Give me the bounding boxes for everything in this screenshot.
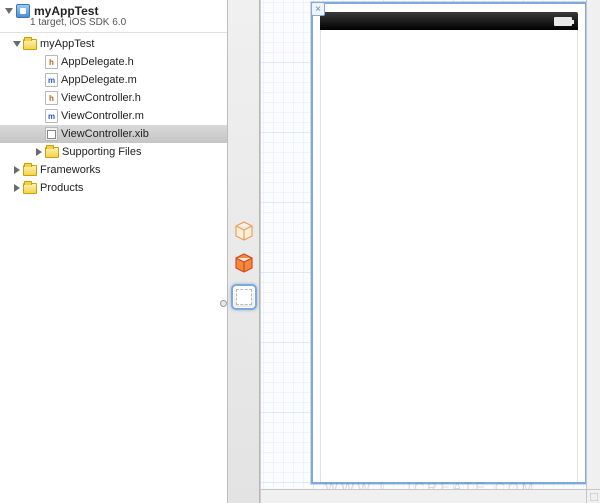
- tree-label: Frameworks: [40, 164, 101, 176]
- tree-file[interactable]: h AppDelegate.h: [0, 53, 227, 71]
- tree-group-supporting[interactable]: Supporting Files: [0, 143, 227, 161]
- tree-group-app[interactable]: myAppTest: [0, 35, 227, 53]
- xib-file-icon: [45, 127, 58, 141]
- project-name: myAppTest: [34, 4, 98, 18]
- tree-label: ViewController.xib: [61, 128, 149, 140]
- header-file-icon: h: [45, 91, 58, 105]
- first-responder-icon[interactable]: [233, 252, 255, 274]
- tree-label: AppDelegate.m: [61, 74, 137, 86]
- battery-icon: [554, 17, 572, 26]
- device-view-frame[interactable]: ×: [311, 2, 587, 484]
- xcode-project-icon: [16, 4, 30, 18]
- folder-icon: [23, 165, 37, 176]
- tree-label: myAppTest: [40, 38, 94, 50]
- folder-icon: [23, 183, 37, 194]
- tree-file[interactable]: m ViewController.m: [0, 107, 227, 125]
- disclosure-triangle-icon[interactable]: [13, 41, 21, 47]
- header-file-icon: h: [45, 55, 58, 69]
- file-tree: myAppTest h AppDelegate.h m AppDelegate.…: [0, 33, 227, 503]
- disclosure-triangle-icon[interactable]: [5, 8, 13, 14]
- folder-icon: [45, 147, 59, 158]
- disclosure-triangle-icon[interactable]: [14, 184, 20, 192]
- dock-expand-handle[interactable]: [220, 300, 227, 307]
- tree-group-products[interactable]: Products: [0, 179, 227, 197]
- tree-label: ViewController.m: [61, 110, 144, 122]
- tree-label: Supporting Files: [62, 146, 142, 158]
- ib-canvas[interactable]: × WWW.[...]CREATE.COM: [260, 0, 600, 503]
- tree-label: ViewController.h: [61, 92, 141, 104]
- vertical-scrollbar[interactable]: [586, 0, 600, 489]
- impl-file-icon: m: [45, 109, 58, 123]
- close-scene-button[interactable]: ×: [311, 2, 325, 16]
- xcode-window: myAppTest 1 target, iOS SDK 6.0 myAppTes…: [0, 0, 600, 503]
- tree-file-selected[interactable]: ViewController.xib: [0, 125, 227, 143]
- disclosure-triangle-icon[interactable]: [36, 148, 42, 156]
- tree-group-frameworks[interactable]: Frameworks: [0, 161, 227, 179]
- horizontal-scrollbar[interactable]: [261, 489, 586, 503]
- files-owner-icon[interactable]: [233, 220, 255, 242]
- view-object-icon[interactable]: [231, 284, 257, 310]
- folder-icon: [23, 39, 37, 50]
- tree-file[interactable]: h ViewController.h: [0, 89, 227, 107]
- simulated-status-bar: [320, 12, 578, 30]
- project-subtitle: 1 target, iOS SDK 6.0: [30, 17, 223, 28]
- impl-file-icon: m: [45, 73, 58, 87]
- project-header[interactable]: myAppTest 1 target, iOS SDK 6.0: [0, 0, 227, 33]
- disclosure-triangle-icon[interactable]: [14, 166, 20, 174]
- tree-label: Products: [40, 182, 83, 194]
- root-uiview[interactable]: [320, 30, 578, 482]
- tree-label: AppDelegate.h: [61, 56, 134, 68]
- ib-dock: [228, 0, 260, 503]
- project-navigator: myAppTest 1 target, iOS SDK 6.0 myAppTes…: [0, 0, 228, 503]
- size-grip-icon[interactable]: [586, 489, 600, 503]
- tree-file[interactable]: m AppDelegate.m: [0, 71, 227, 89]
